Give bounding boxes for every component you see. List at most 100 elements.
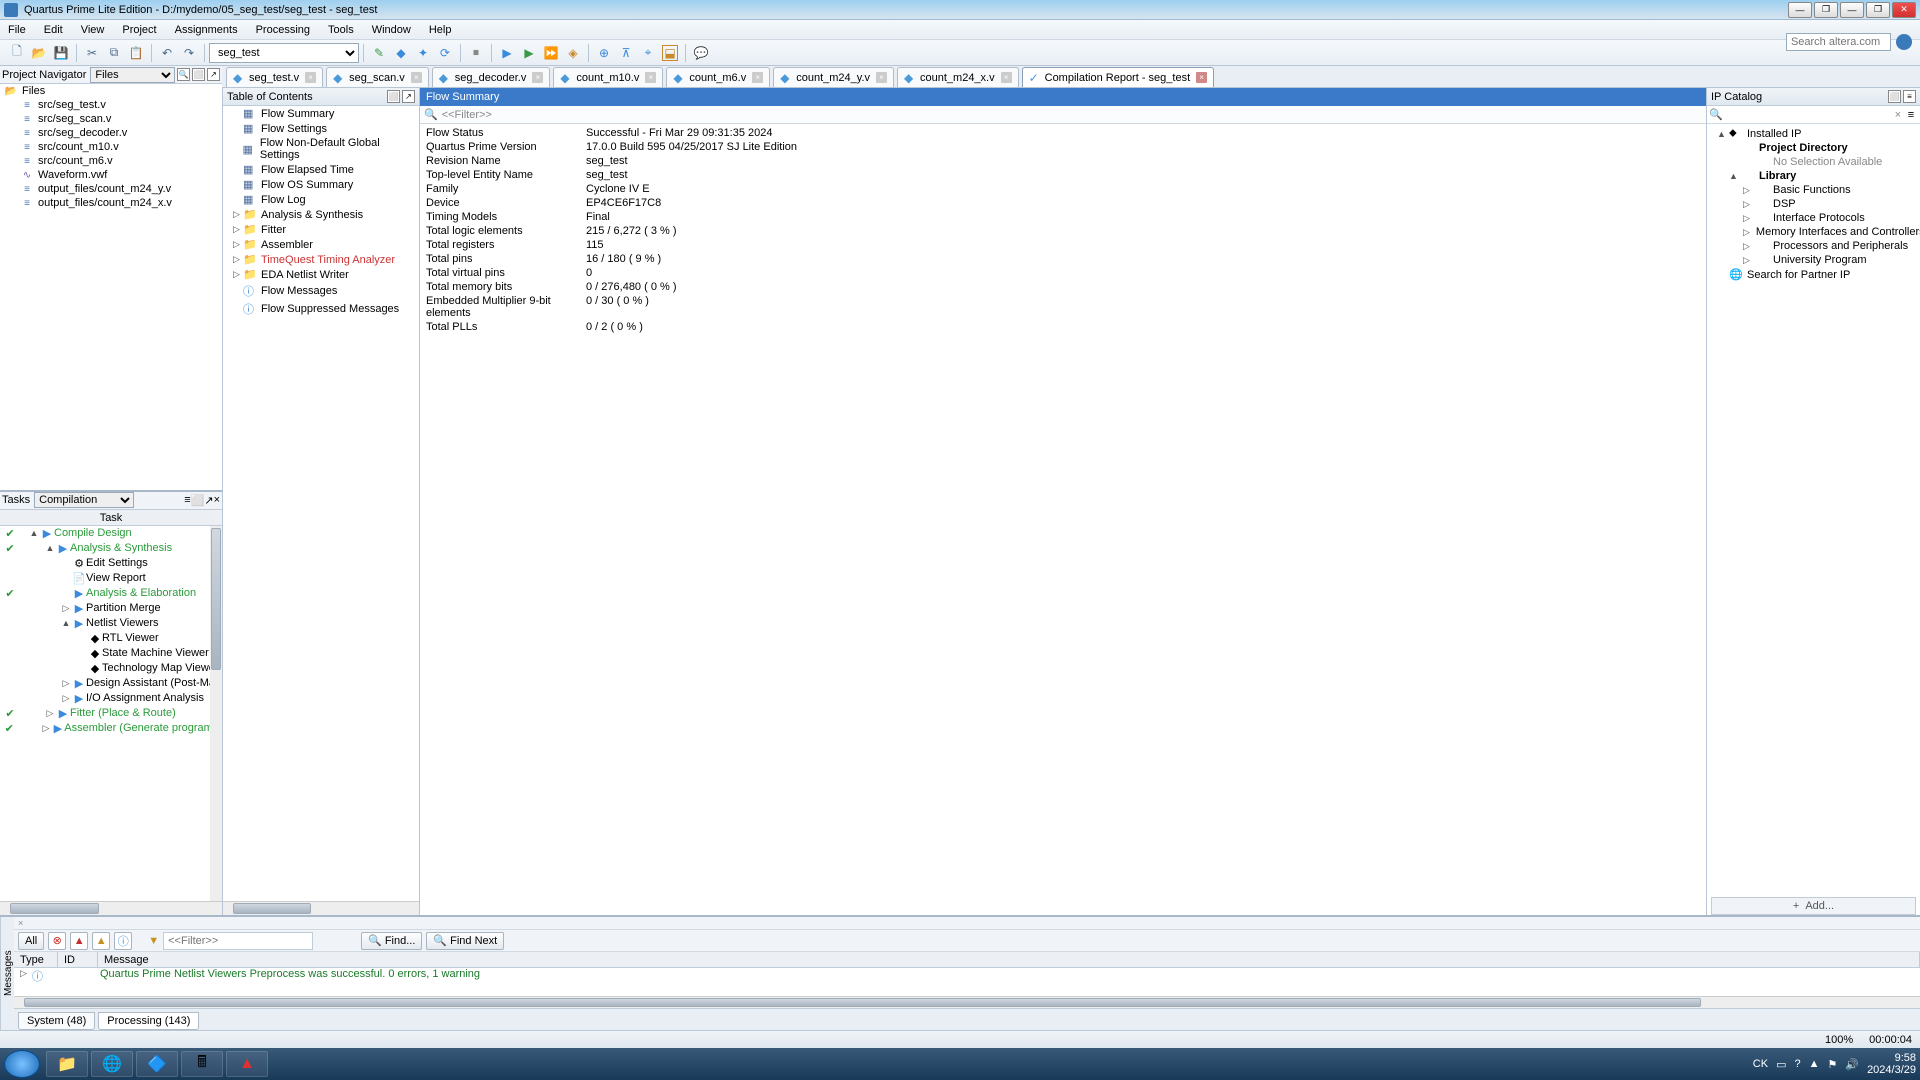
- tasks-body[interactable]: ✔▲▶Compile Design✔▲▶Analysis & Synthesis…: [0, 526, 222, 902]
- toc-item[interactable]: ▦Flow Settings: [223, 121, 419, 136]
- task-item[interactable]: 📄View Report: [0, 571, 222, 586]
- messages-rows[interactable]: ▷ ⓘ Quartus Prime Netlist Viewers Prepro…: [14, 968, 1920, 1008]
- tasks-undock-icon[interactable]: ↗: [204, 494, 213, 507]
- file-item[interactable]: ≡output_files/count_m24_x.v: [0, 196, 222, 210]
- tab-close-icon[interactable]: ×: [305, 72, 316, 83]
- toc-item[interactable]: ▷📁Analysis & Synthesis: [223, 207, 419, 222]
- messages-all-button[interactable]: All: [18, 932, 44, 950]
- find-button[interactable]: 🔍Find...: [361, 932, 422, 950]
- toc-item[interactable]: ▦Flow Summary: [223, 106, 419, 121]
- ip-search-input[interactable]: [1725, 109, 1892, 121]
- messages-tab-system[interactable]: System (48): [18, 1012, 95, 1030]
- toc-undock-icon[interactable]: ↗: [402, 90, 415, 103]
- pn-undock-icon[interactable]: ↗: [207, 68, 220, 81]
- play2-icon[interactable]: ▶: [521, 45, 537, 61]
- wand-icon[interactable]: ✎: [371, 45, 387, 61]
- ip-item[interactable]: 🌐Search for Partner IP: [1707, 267, 1920, 282]
- toc-body[interactable]: ▦Flow Summary▦Flow Settings▦Flow Non-Def…: [223, 106, 419, 901]
- programmer-icon[interactable]: ⬓: [662, 45, 678, 61]
- toc-hscroll[interactable]: [223, 901, 419, 915]
- task-item[interactable]: ▷▶I/O Assignment Analysis: [0, 691, 222, 706]
- start-button[interactable]: [4, 1050, 40, 1078]
- tasks-hscroll[interactable]: [0, 901, 222, 915]
- help-icon[interactable]: 💬: [693, 45, 709, 61]
- toc-item[interactable]: ▦Flow Non-Default Global Settings: [223, 136, 419, 162]
- tray-help-icon[interactable]: ?: [1794, 1058, 1800, 1070]
- editor-tab[interactable]: ◆count_m6.v×: [666, 67, 770, 87]
- editor-tab[interactable]: ◆count_m24_x.v×: [897, 67, 1019, 87]
- messages-vertical-label[interactable]: Messages: [0, 917, 14, 1030]
- pn-expand-icon[interactable]: ⬜: [192, 68, 205, 81]
- search-input[interactable]: [1786, 33, 1891, 51]
- tasks-close-icon[interactable]: ×: [214, 494, 220, 506]
- editor-tab[interactable]: ◆seg_decoder.v×: [432, 67, 551, 87]
- tray-volume-icon[interactable]: 🔊: [1845, 1058, 1859, 1071]
- search-go-icon[interactable]: [1896, 34, 1912, 50]
- task-item[interactable]: ⚙Edit Settings: [0, 556, 222, 571]
- stop-icon[interactable]: ⏹: [468, 45, 484, 61]
- ip-item[interactable]: ▷Interface Protocols: [1707, 211, 1920, 225]
- col-type[interactable]: Type: [14, 952, 58, 967]
- toc-item[interactable]: ⓘFlow Messages: [223, 282, 419, 300]
- task-item[interactable]: ◆State Machine Viewer: [0, 646, 222, 661]
- ip-item[interactable]: Project Directory: [1707, 141, 1920, 155]
- files-root[interactable]: 📂Files: [0, 84, 222, 98]
- new-icon[interactable]: 🗋: [9, 45, 25, 61]
- ip-item[interactable]: ▲Library: [1707, 169, 1920, 183]
- ip-list-icon[interactable]: ≡: [1903, 90, 1916, 103]
- chip-icon[interactable]: ◈: [565, 45, 581, 61]
- info-filter-icon[interactable]: ⓘ: [114, 932, 132, 950]
- warning-filter-icon[interactable]: ▲: [92, 932, 110, 950]
- minimize2-button[interactable]: —: [1840, 2, 1864, 18]
- explorer-taskbar-icon[interactable]: 📁: [46, 1051, 88, 1077]
- task-item[interactable]: ▷▶Design Assistant (Post-Map: [0, 676, 222, 691]
- messages-close-icon[interactable]: ×: [18, 918, 30, 928]
- tab-close-icon[interactable]: ×: [1001, 72, 1012, 83]
- clear-icon[interactable]: ×: [1892, 109, 1904, 121]
- task-item[interactable]: ✔▷▶Assembler (Generate programm: [0, 721, 222, 736]
- task-item[interactable]: ✔▶Analysis & Elaboration: [0, 586, 222, 601]
- expand-icon[interactable]: ▷: [233, 239, 243, 250]
- hierarchy-icon[interactable]: ⊼: [618, 45, 634, 61]
- save-icon[interactable]: 💾: [53, 45, 69, 61]
- editor-tab[interactable]: ◆seg_scan.v×: [326, 67, 429, 87]
- tray-chevron-icon[interactable]: ▲: [1809, 1058, 1820, 1070]
- task-item[interactable]: ✔▲▶Analysis & Synthesis: [0, 541, 222, 556]
- expand-icon[interactable]: ▷: [60, 603, 72, 614]
- error-filter-icon[interactable]: ⊗: [48, 932, 66, 950]
- expand-icon[interactable]: ▷: [233, 209, 243, 220]
- quartus-taskbar-icon[interactable]: 🔷: [136, 1051, 178, 1077]
- expand-icon[interactable]: ▲: [44, 543, 56, 553]
- ip-item[interactable]: ▷Processors and Peripherals: [1707, 239, 1920, 253]
- ip-item[interactable]: ▷University Program: [1707, 253, 1920, 267]
- file-item[interactable]: ≡src/seg_test.v: [0, 98, 222, 112]
- ip-item[interactable]: ▲⬥Installed IP: [1707, 126, 1920, 141]
- find-next-button[interactable]: 🔍Find Next: [426, 932, 504, 950]
- expand-icon[interactable]: ▷: [60, 678, 72, 689]
- open-icon[interactable]: 📂: [31, 45, 47, 61]
- redo-icon[interactable]: ↷: [181, 45, 197, 61]
- file-item[interactable]: ≡output_files/count_m24_y.v: [0, 182, 222, 196]
- expand-icon[interactable]: ▷: [233, 269, 243, 280]
- tray-lang[interactable]: CK: [1753, 1058, 1768, 1070]
- editor-tab[interactable]: ◆count_m24_y.v×: [773, 67, 894, 87]
- messages-filter-input[interactable]: [163, 932, 313, 950]
- messages-hscroll[interactable]: [14, 996, 1920, 1008]
- toc-item[interactable]: ▦Flow Log: [223, 192, 419, 207]
- tasks-expand-icon[interactable]: ⬜: [191, 494, 205, 507]
- ip-item[interactable]: No Selection Available: [1707, 155, 1920, 169]
- expand-icon[interactable]: ▲: [60, 618, 72, 628]
- critical-filter-icon[interactable]: ▲: [70, 932, 88, 950]
- menu-tools[interactable]: Tools: [328, 24, 354, 36]
- editor-tab[interactable]: ◆seg_test.v×: [226, 67, 323, 87]
- toc-expand-icon[interactable]: ⬜: [387, 90, 400, 103]
- task-item[interactable]: ✔▲▶Compile Design: [0, 526, 222, 541]
- ip-item[interactable]: ▷Basic Functions: [1707, 183, 1920, 197]
- timing-icon[interactable]: ⟳: [437, 45, 453, 61]
- expand-icon[interactable]: ▲: [28, 528, 40, 538]
- tasks-dropdown[interactable]: Compilation: [34, 492, 134, 508]
- expand-icon[interactable]: ▷: [44, 708, 56, 719]
- globe-icon[interactable]: ⊕: [596, 45, 612, 61]
- editor-tab[interactable]: ✓Compilation Report - seg_test×: [1022, 67, 1215, 87]
- toc-item[interactable]: ▷📁TimeQuest Timing Analyzer: [223, 252, 419, 267]
